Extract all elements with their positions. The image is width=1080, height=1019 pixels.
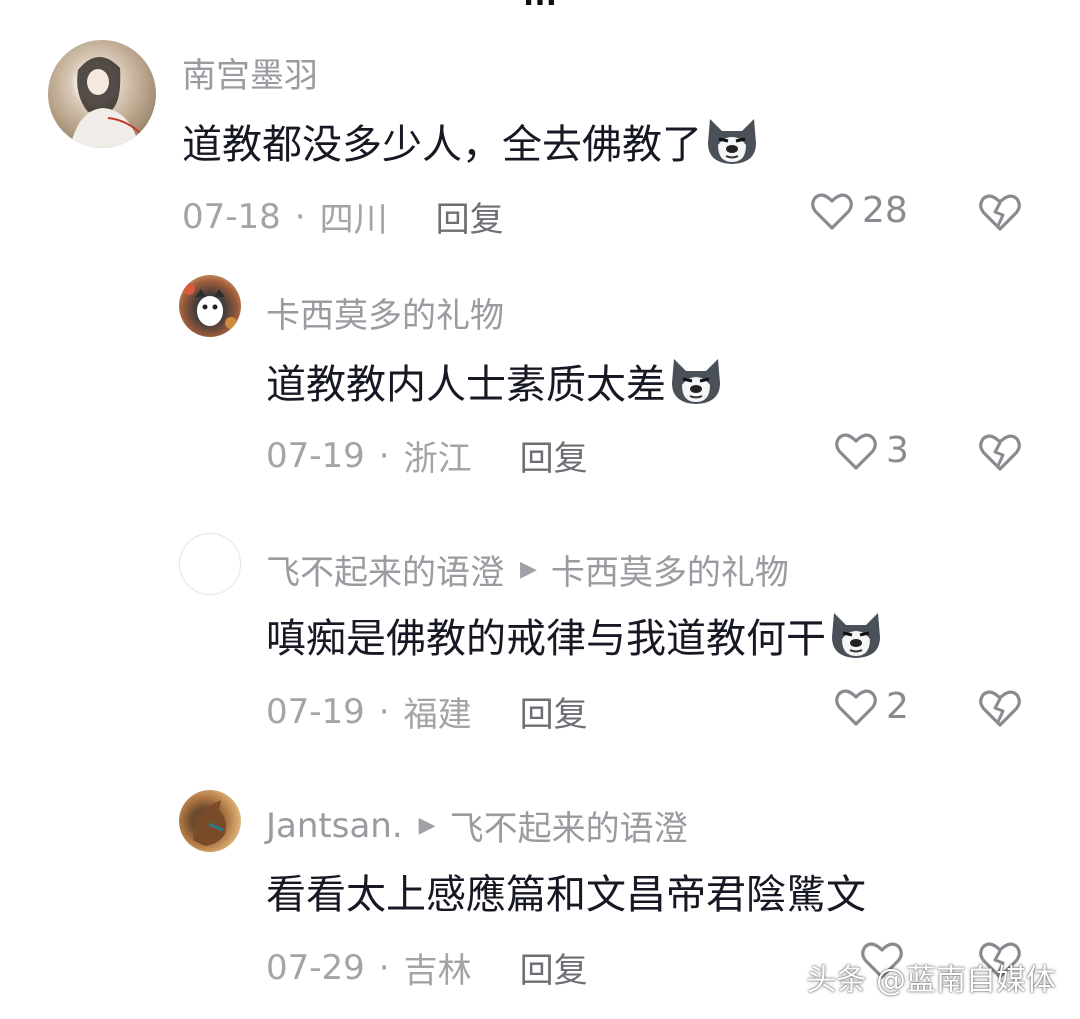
page-title: ... [0,0,1080,18]
comment-footer: 07-18 · 四川 回复 [182,192,504,241]
heart-icon [811,193,853,230]
watermark: 头条 @蓝南自媒体 [806,963,1056,998]
reply-button[interactable]: 回复 [520,687,588,736]
avatar[interactable] [179,275,241,337]
broken-heart-icon[interactable] [978,688,1022,728]
comment-username[interactable]: 飞不起来的语澄 ▶ 卡西莫多的礼物 [266,545,789,594]
avatar-illustration-icon [70,56,144,148]
reply-button[interactable]: 回复 [520,431,588,480]
reply-arrow-icon: ▶ [520,557,537,582]
comment-location: 浙江 [403,439,472,479]
comment-footer: 07-19 · 福建 回复 [266,687,588,736]
comment-footer: 07-19 · 浙江 回复 [266,431,588,480]
avatar[interactable] [179,533,241,595]
comment-location: 四川 [319,200,388,240]
reply-to-username[interactable]: 卡西莫多的礼物 [551,545,789,594]
separator-dot: · [378,435,390,476]
separator-dot: · [378,691,390,732]
comment-date: 07-19 [266,435,365,476]
avatar-pet-icon [183,283,237,329]
reply-button[interactable]: 回复 [436,192,504,241]
avatar-horse-icon [193,800,227,846]
heart-icon [835,689,877,726]
like-count: 28 [862,190,908,231]
reply-to-username[interactable]: 飞不起来的语澄 [450,801,688,850]
like-button[interactable]: 2 [834,686,909,727]
comment-footer: 07-29 · 吉林 回复 [266,943,588,992]
comment-text: 道教教内人士素质太差 [266,352,724,410]
comment-date: 07-29 [266,947,365,988]
comment-location: 福建 [403,695,472,735]
separator-dot: · [294,196,306,237]
husky-dog-emoji-icon [672,359,720,404]
broken-heart-icon[interactable] [978,432,1022,472]
broken-heart-icon[interactable] [978,192,1022,232]
comment-text: 嗔痴是佛教的戒律与我道教何干 [266,606,884,664]
avatar[interactable] [179,790,241,852]
comment-location: 吉林 [403,951,472,991]
comment-username[interactable]: Jantsan. ▶ 飞不起来的语澄 [266,801,688,850]
comment-date: 07-19 [266,691,365,732]
comment-text: 道教都没多少人，全去佛教了 [182,112,760,170]
avatar[interactable] [48,40,156,148]
reply-button[interactable]: 回复 [520,943,588,992]
comment-date: 07-18 [182,196,281,237]
separator-dot: · [378,947,390,988]
comment-text: 看看太上感應篇和文昌帝君陰騭文 [266,872,866,918]
husky-dog-emoji-icon [708,119,756,164]
husky-dog-emoji-icon [832,613,880,658]
like-count: 3 [886,430,909,471]
heart-icon [835,433,877,470]
like-count: 2 [886,686,909,727]
comment-username[interactable]: 卡西莫多的礼物 [266,288,504,337]
like-button[interactable]: 28 [810,190,908,231]
like-button[interactable]: 3 [834,430,909,471]
reply-arrow-icon: ▶ [418,813,436,838]
comment-username[interactable]: 南宫墨羽 [182,48,318,97]
